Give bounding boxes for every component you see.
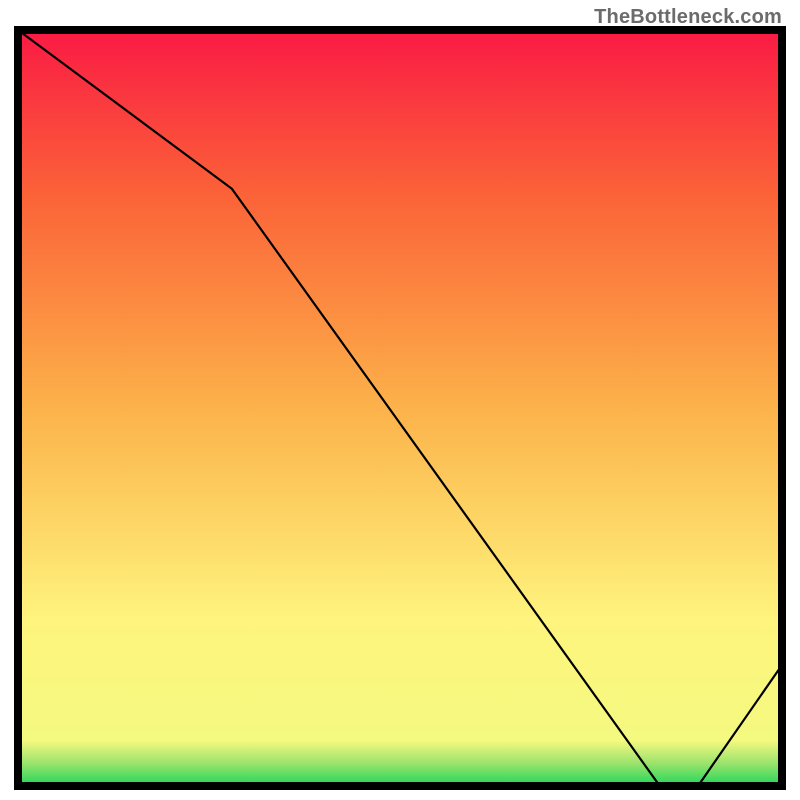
chart-container: TheBottleneck.com xyxy=(0,0,800,800)
bottleneck-chart xyxy=(0,0,800,800)
plot-area xyxy=(18,30,782,786)
watermark-label: TheBottleneck.com xyxy=(594,6,782,29)
